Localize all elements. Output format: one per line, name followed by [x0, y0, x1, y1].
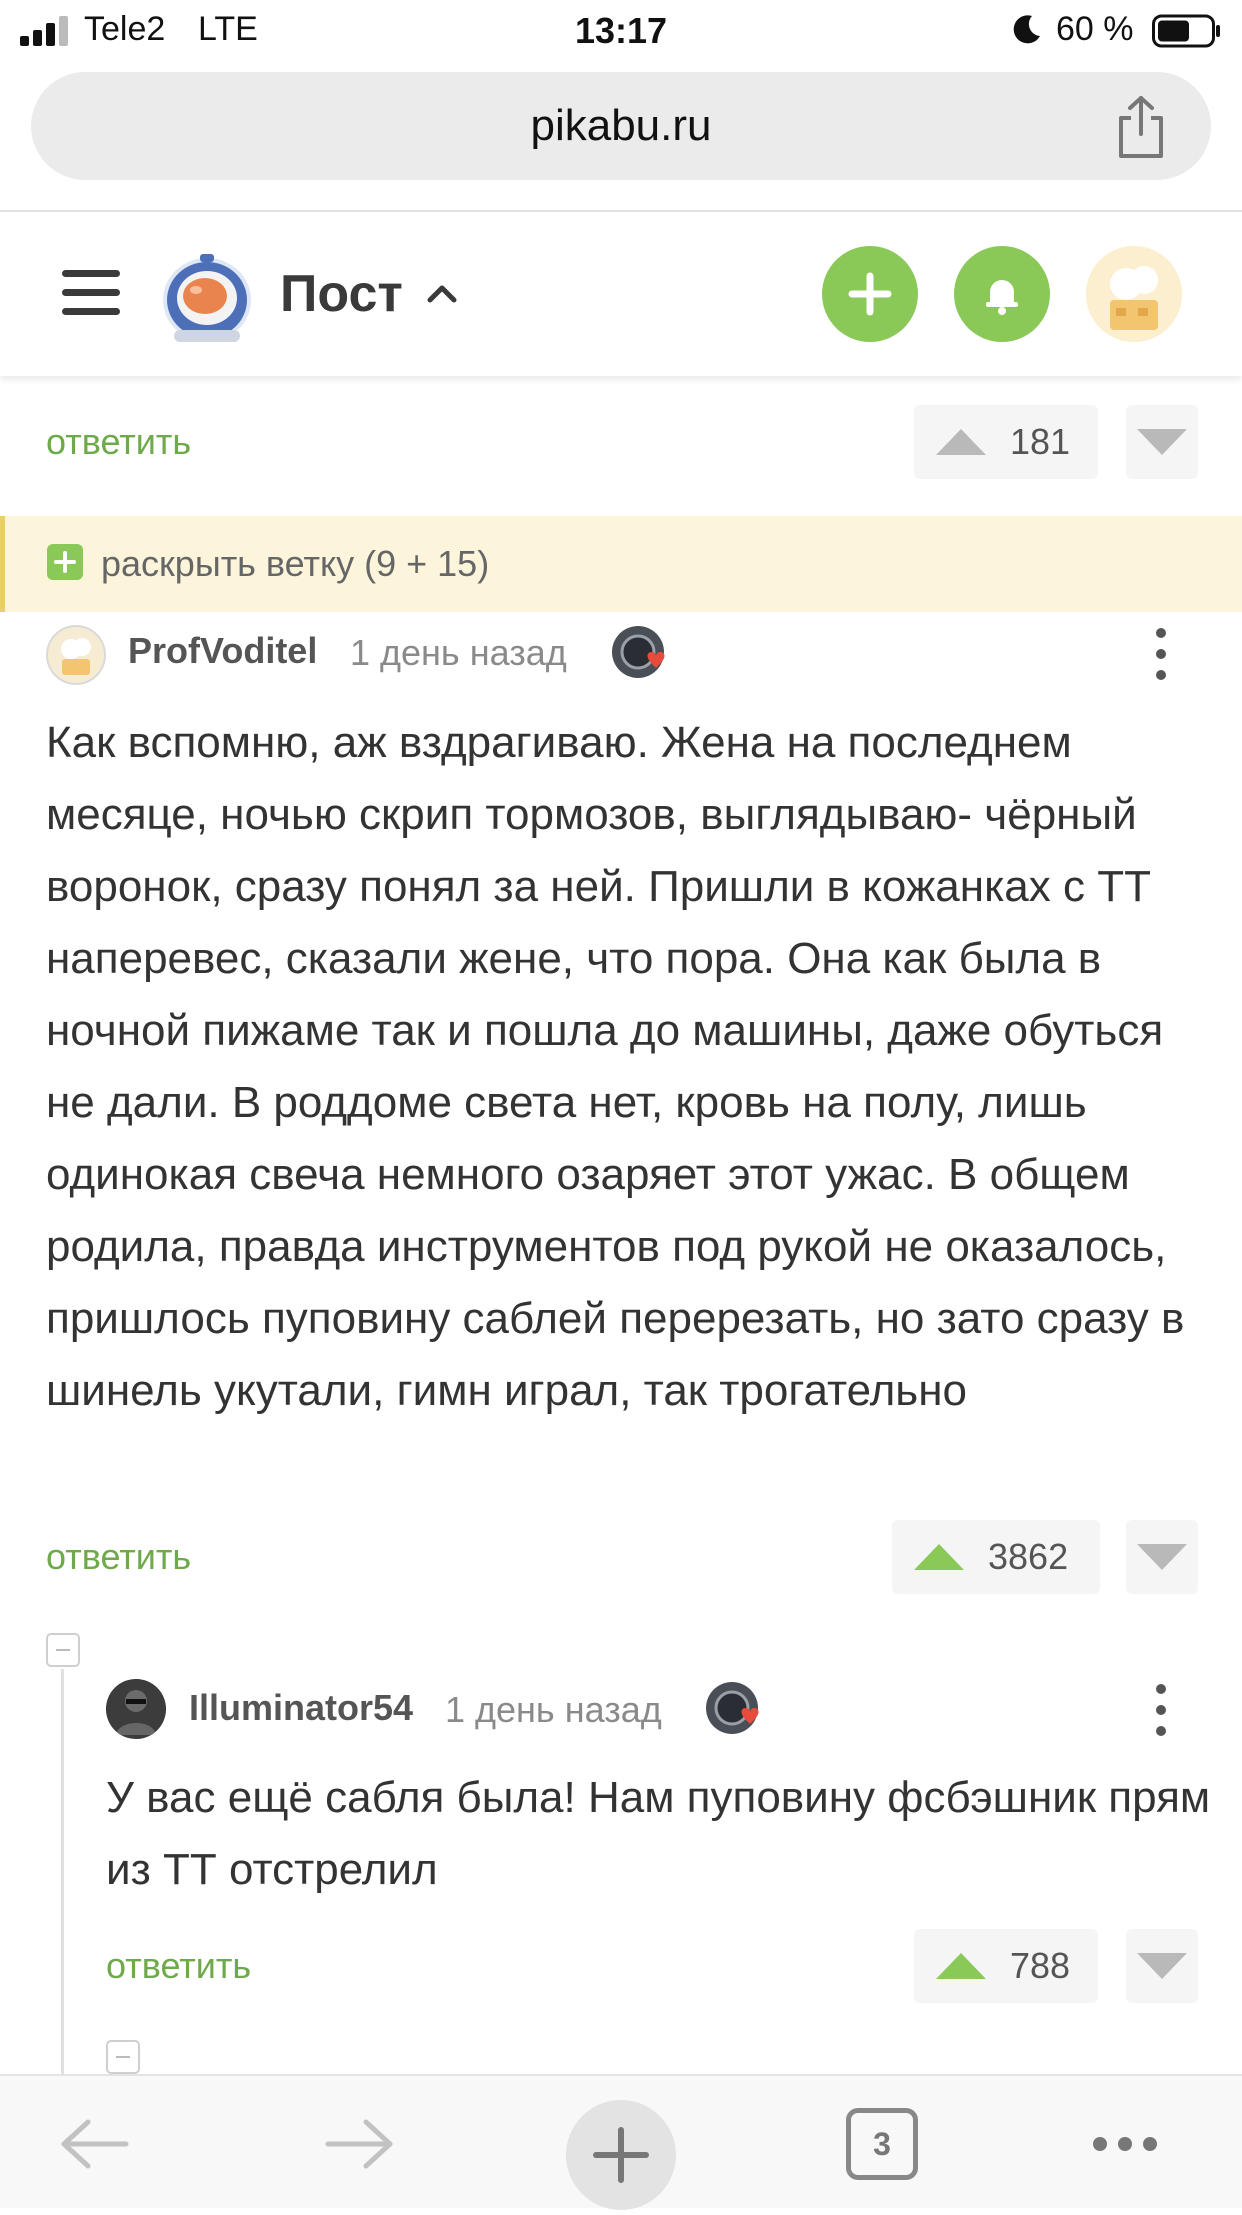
user-avatar[interactable] [1086, 246, 1182, 342]
arrow-down-icon [1137, 429, 1187, 455]
plus-icon [47, 544, 83, 580]
comment-text: Как вспомню, аж вздрагиваю. Жена на посл… [46, 718, 1185, 1415]
upvote-button[interactable]: 181 [914, 405, 1098, 479]
upvote-button[interactable]: 3862 [892, 1520, 1100, 1594]
reply-link[interactable]: ответить [46, 421, 191, 463]
collapse-thread-icon[interactable] [106, 2040, 140, 2074]
hamburger-menu-icon[interactable] [62, 270, 120, 316]
reply-link[interactable]: ответить [106, 1945, 251, 1987]
more-options-icon[interactable] [1153, 628, 1169, 680]
vote-count: 181 [1010, 421, 1071, 462]
vote-count: 788 [1010, 1945, 1071, 1986]
site-header: Пост [0, 212, 1242, 376]
arrow-up-icon [936, 429, 986, 455]
pikabu-logo-icon[interactable] [160, 246, 254, 346]
forward-arrow-icon[interactable] [322, 2116, 396, 2172]
downvote-button[interactable] [1126, 405, 1198, 479]
arrow-up-icon [936, 1953, 986, 1979]
status-bar: Tele2 LTE 13:17 60 % [0, 0, 1242, 64]
more-options-icon[interactable] [1153, 1684, 1169, 1736]
thread-line[interactable] [61, 1669, 64, 2074]
upvote-button[interactable]: 788 [914, 1929, 1098, 2003]
vote-count: 3862 [988, 1536, 1069, 1577]
add-post-button[interactable] [822, 246, 918, 342]
expand-branch-button[interactable]: раскрыть ветку (9 + 15) [0, 516, 1242, 612]
chevron-up-icon[interactable] [424, 278, 460, 308]
arrow-down-icon [1137, 1953, 1187, 1979]
avatar-image [46, 625, 106, 685]
plus-icon [848, 272, 892, 316]
avatar[interactable] [106, 1679, 166, 1739]
award-badge-icon[interactable] [610, 624, 670, 684]
reply-link[interactable]: ответить [46, 1536, 191, 1578]
collapse-thread-icon[interactable] [46, 1633, 80, 1667]
arrow-up-icon [914, 1544, 964, 1570]
downvote-button[interactable] [1126, 1929, 1198, 2003]
new-tab-button[interactable] [566, 2100, 676, 2210]
browser-toolbar: 3 [0, 2074, 1242, 2210]
share-icon[interactable] [1113, 94, 1169, 160]
award-badge-icon[interactable] [704, 1680, 764, 1740]
plus-icon [593, 2127, 649, 2183]
tabs-count-button[interactable]: 3 [846, 2108, 918, 2180]
arrow-down-icon [1137, 1544, 1187, 1570]
moon-icon [1013, 15, 1040, 44]
page-title: Пост [280, 265, 403, 323]
timestamp: 1 день назад [350, 632, 567, 673]
more-menu-icon[interactable] [1090, 2134, 1160, 2154]
back-arrow-icon[interactable] [58, 2116, 132, 2172]
username[interactable]: Illuminator54 [189, 1687, 413, 1729]
avatar-image [106, 1679, 166, 1739]
avatar[interactable] [46, 625, 106, 685]
expand-branch-label: раскрыть ветку (9 + 15) [101, 543, 490, 584]
avatar-image [1086, 246, 1182, 342]
bell-icon [986, 280, 1018, 315]
comment-text: У вас ещё сабля была! Нам пуповину фсбэш… [106, 1773, 1211, 1894]
battery-icon [1152, 14, 1220, 48]
url-text: pikabu.ru [530, 101, 712, 150]
notifications-button[interactable] [954, 246, 1050, 342]
username[interactable]: ProfVoditel [128, 630, 317, 672]
address-bar[interactable]: pikabu.ru [31, 72, 1211, 180]
battery-percent: 60 % [1056, 10, 1134, 48]
downvote-button[interactable] [1126, 1520, 1198, 1594]
timestamp: 1 день назад [445, 1689, 662, 1730]
